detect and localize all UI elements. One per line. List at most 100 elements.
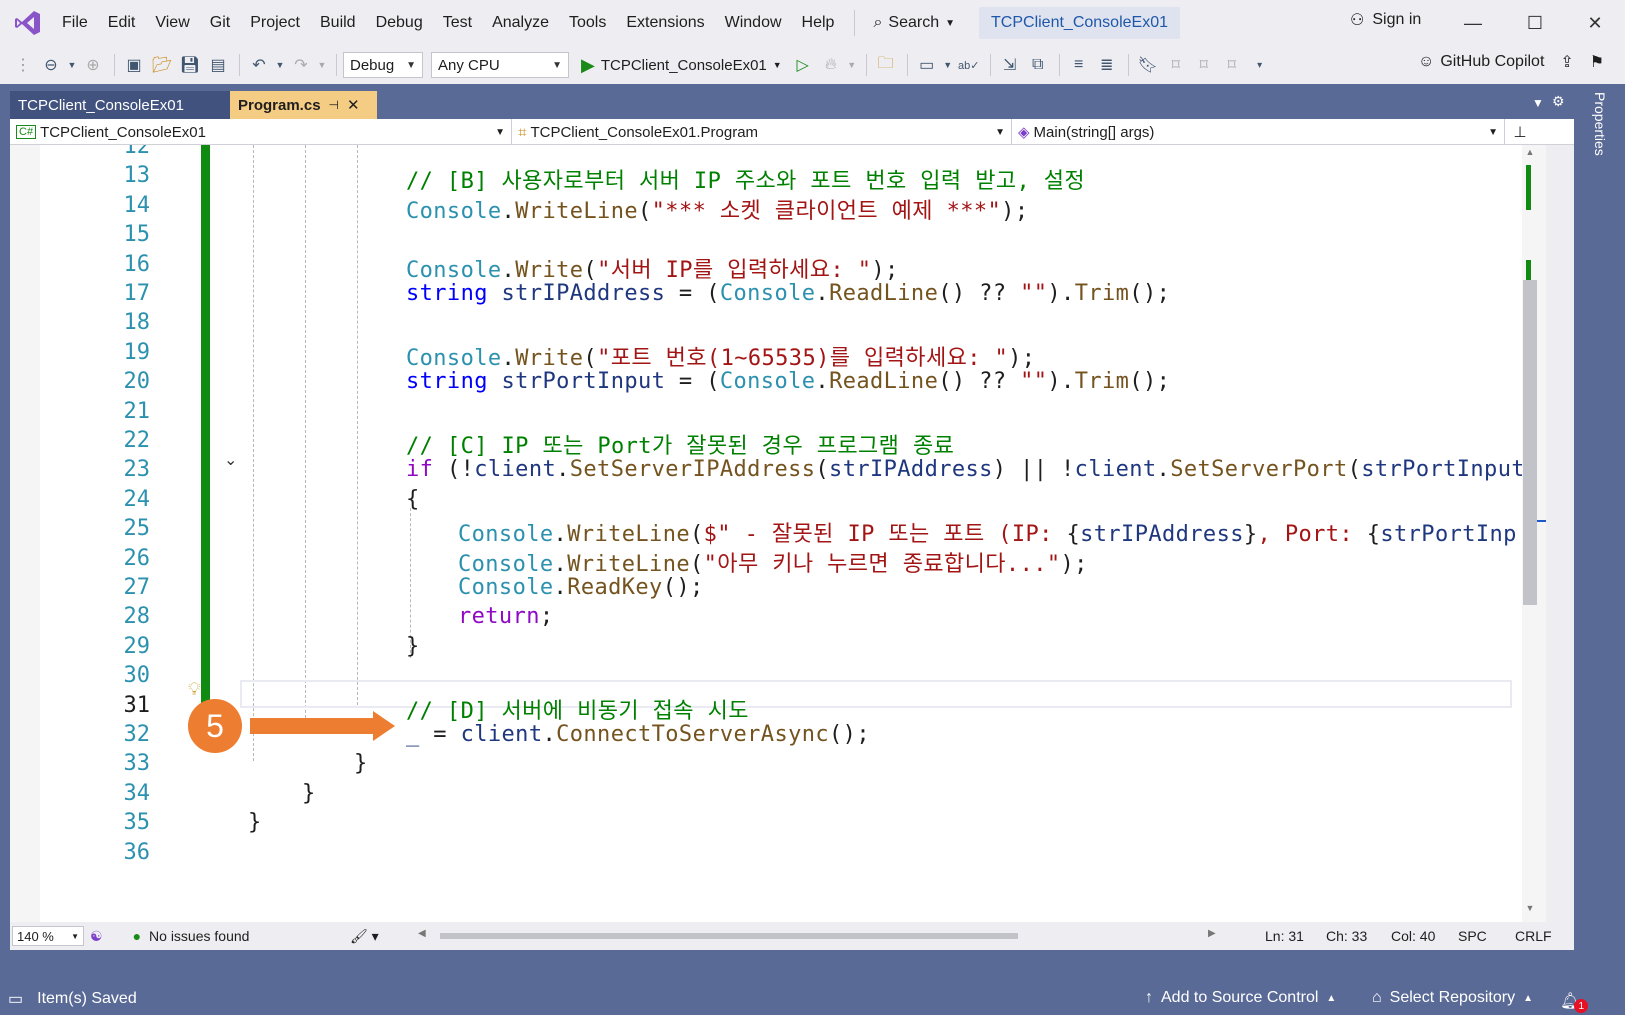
copilot-status-icon[interactable]: ☯	[90, 928, 103, 945]
next-bookmark-icon[interactable]: ⌑	[1191, 52, 1217, 78]
spell-check-icon[interactable]: ab✓	[956, 52, 982, 78]
clear-bookmarks-icon[interactable]: ⌑	[1219, 52, 1245, 78]
github-copilot-button[interactable]: ☺ GitHub Copilot ⇪ ⚑	[1418, 52, 1604, 72]
whitespace-mode[interactable]: SPC	[1458, 928, 1487, 944]
search-icon: ⌕	[873, 14, 883, 31]
chevron-down-icon: ▼	[406, 59, 416, 71]
pin-icon[interactable]: ⊣	[329, 98, 339, 112]
properties-label[interactable]: Properties	[1592, 92, 1608, 156]
uncomment-lines-icon[interactable]: ≣	[1094, 52, 1120, 78]
copy-icon[interactable]: ⧉	[1025, 52, 1051, 78]
menu-item-extensions[interactable]: Extensions	[616, 10, 714, 36]
dropdown-arrow-icon[interactable]: ▼	[274, 52, 286, 78]
code-editor[interactable]: ⌄ 💡︎ 12 13 14 15 16 17 18 19 20 21 22 23 24 25 26 27 28 2…	[10, 145, 1522, 922]
annotation-arrow-head	[373, 711, 395, 741]
menu-item-edit[interactable]: Edit	[98, 10, 146, 36]
tab-list-dropdown-icon[interactable]: ▼	[1532, 96, 1544, 110]
line-number: 31	[123, 692, 151, 718]
open-folder-icon[interactable]: 📂︎	[149, 52, 175, 78]
code-token: ;	[539, 604, 554, 630]
save-icon[interactable]: 💾︎	[177, 52, 203, 78]
save-all-icon[interactable]: ▤	[205, 52, 231, 78]
menu-item-view[interactable]: View	[145, 10, 199, 36]
menu-item-debug[interactable]: Debug	[366, 10, 433, 36]
tab-program-cs[interactable]: Program.cs ⊣ ✕	[230, 91, 377, 119]
select-element-icon[interactable]: ⇲	[997, 52, 1023, 78]
project-dropdown[interactable]: C# TCPClient_ConsoleEx01 ▼	[10, 119, 512, 145]
bookmark-icon[interactable]: 🔖︎	[1135, 52, 1161, 78]
search-box[interactable]: ⌕ Search ▼	[865, 10, 963, 36]
lightbulb-icon[interactable]: 💡︎	[188, 679, 201, 700]
dropdown-arrow-icon[interactable]: ▼	[66, 52, 78, 78]
comment-lines-icon[interactable]: ≡	[1066, 52, 1092, 78]
menu-item-git[interactable]: Git	[200, 10, 240, 36]
line-endings[interactable]: CRLF	[1515, 928, 1552, 944]
member-dropdown[interactable]: ◈ Main(string[] args) ▼	[1012, 119, 1505, 145]
code-line: return;	[458, 604, 554, 629]
tab-project[interactable]: TCPClient_ConsoleEx01	[10, 91, 230, 119]
toolbar-overflow-icon[interactable]: ▾	[1247, 52, 1273, 78]
split-window-icon[interactable]: ⊥	[1505, 119, 1535, 145]
line-number: 15	[123, 222, 151, 248]
scroll-right-icon[interactable]: ▶	[1208, 928, 1216, 939]
code-token: Console	[458, 575, 554, 600]
undo-icon[interactable]: ↶	[246, 52, 272, 78]
menu-item-project[interactable]: Project	[240, 10, 310, 36]
scroll-down-icon[interactable]: ▼	[1522, 903, 1538, 913]
minimize-button[interactable]: —	[1458, 8, 1488, 38]
close-window-button[interactable]: ✕	[1580, 8, 1610, 38]
dropdown-arrow-icon[interactable]: ▼	[846, 52, 858, 78]
scrollbar-thumb[interactable]	[1523, 280, 1537, 605]
previous-bookmark-icon[interactable]: ⌑	[1163, 52, 1189, 78]
settings-gear-icon[interactable]: ⚙	[1552, 93, 1565, 110]
vertical-scrollbar[interactable]: ▲ ▼	[1522, 145, 1574, 922]
menu-item-test[interactable]: Test	[433, 10, 482, 36]
navigate-back-icon[interactable]: ⊖	[38, 52, 64, 78]
dropdown-arrow-icon[interactable]: ▼	[942, 52, 954, 78]
select-repository-button[interactable]: ⌂ Select Repository ▲	[1372, 989, 1533, 1007]
hot-reload-icon[interactable]: 🔥︎	[818, 52, 844, 78]
sign-in-button[interactable]: ⚇ Sign in	[1350, 10, 1421, 30]
menu-item-analyze[interactable]: Analyze	[482, 10, 559, 36]
menu-item-build[interactable]: Build	[310, 10, 366, 36]
issues-status[interactable]: No issues found	[149, 928, 249, 944]
line-number: 16	[123, 251, 151, 277]
close-tab-icon[interactable]: ✕	[347, 96, 360, 114]
layout-icon[interactable]: ▭	[914, 52, 940, 78]
scroll-left-icon[interactable]: ◀	[418, 928, 426, 939]
platform-select[interactable]: Any CPU ▼	[431, 52, 569, 78]
scroll-up-icon[interactable]: ▲	[1522, 147, 1538, 157]
code-token: Write	[515, 345, 584, 371]
share-icon[interactable]: ⇪	[1560, 52, 1573, 72]
add-to-source-control-button[interactable]: ↑ Add to Source Control ▲	[1145, 989, 1336, 1007]
char-position[interactable]: Ch: 33	[1326, 928, 1367, 944]
start-without-debugging-icon[interactable]: ▷	[790, 52, 816, 78]
zoom-select[interactable]: 140 % ▼	[12, 926, 84, 946]
code-cleanup-icon[interactable]: 🖌︎ ▾	[350, 928, 379, 945]
visual-studio-logo-icon[interactable]	[12, 7, 44, 39]
menu-item-file[interactable]: File	[52, 10, 98, 36]
maximize-button[interactable]: ☐	[1520, 8, 1550, 38]
scrollbar-change-marker	[1526, 165, 1531, 210]
redo-icon[interactable]: ↷	[288, 52, 314, 78]
menu-item-window[interactable]: Window	[715, 10, 792, 36]
start-debugging-button[interactable]: ▶ TCPClient_ConsoleEx01 ▼	[581, 55, 782, 76]
properties-side-tab[interactable]	[1584, 84, 1625, 982]
feedback-icon[interactable]: ⚑	[1590, 52, 1604, 72]
method-icon: ◈	[1018, 124, 1030, 141]
type-dropdown[interactable]: ⌗ TCPClient_ConsoleEx01.Program ▼	[512, 119, 1012, 145]
menu-item-tools[interactable]: Tools	[559, 10, 616, 36]
collapse-chevron-icon[interactable]: ⌄	[224, 450, 237, 470]
new-project-icon[interactable]: ▣	[121, 52, 147, 78]
code-line: string strPortInput = (Console.ReadLine(…	[406, 369, 1170, 394]
member-name: Main(string[] args)	[1033, 123, 1155, 141]
column-position[interactable]: Col: 40	[1391, 928, 1435, 944]
menu-item-help[interactable]: Help	[792, 10, 845, 36]
navigate-forward-icon[interactable]: ⊕	[80, 52, 106, 78]
horizontal-scrollbar-thumb[interactable]	[440, 933, 1018, 939]
solution-explorer-icon[interactable]: 🗀︎	[873, 52, 899, 78]
notifications-button[interactable]: 🔔︎ 1	[1560, 989, 1589, 1013]
line-position[interactable]: Ln: 31	[1265, 928, 1304, 944]
dropdown-arrow-icon[interactable]: ▼	[316, 52, 328, 78]
configuration-select[interactable]: Debug ▼	[343, 52, 423, 78]
